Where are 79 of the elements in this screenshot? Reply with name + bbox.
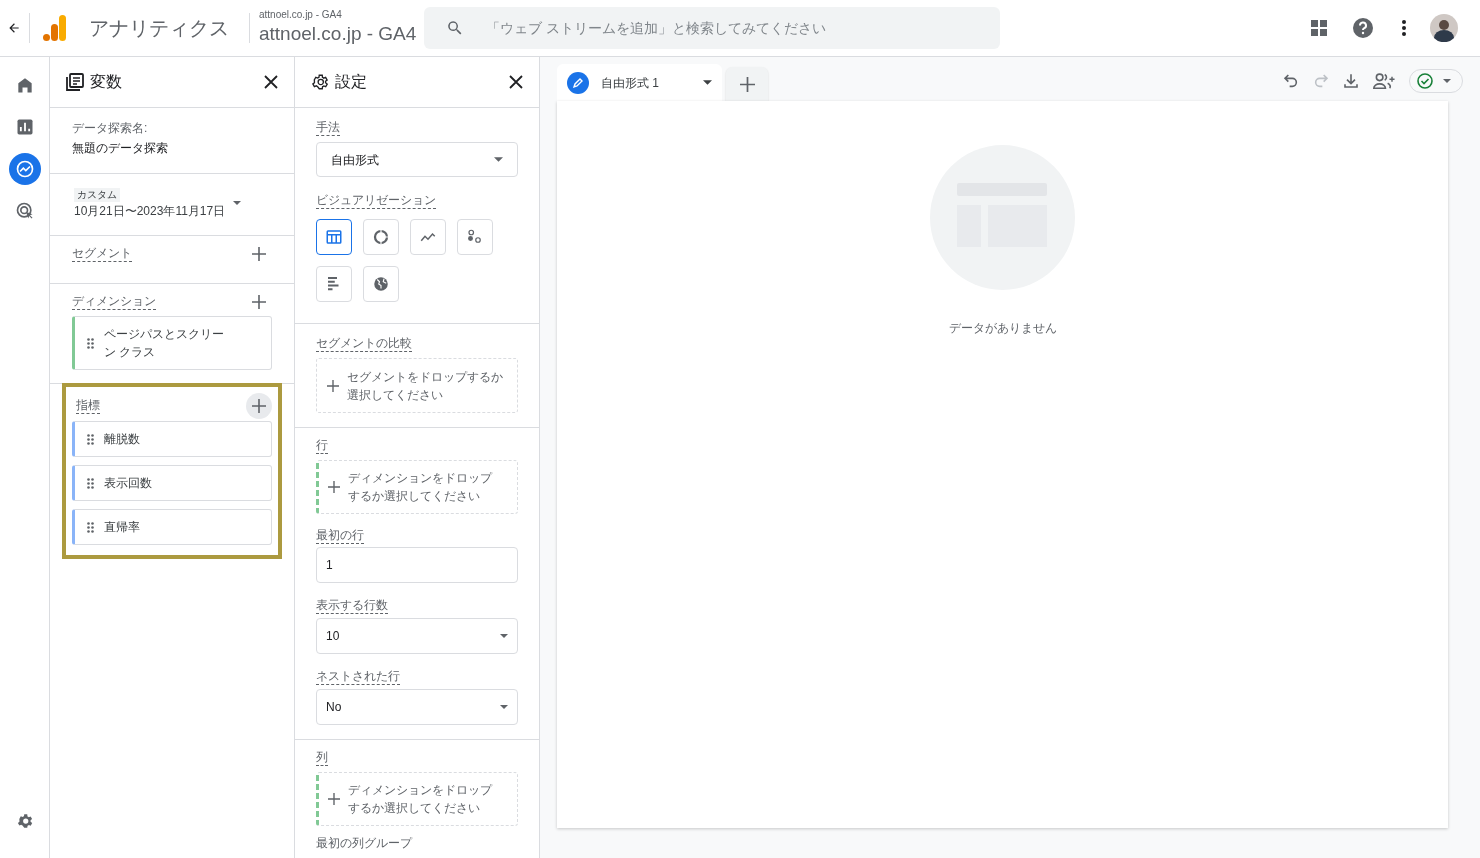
add-tab-button[interactable]: [726, 67, 768, 101]
scatter-plot-icon: [466, 228, 484, 246]
date-range-picker[interactable]: カスタム 10月21日〜2023年11月17日: [74, 188, 242, 220]
download-icon[interactable]: [1343, 73, 1359, 89]
section-label: ビジュアリゼーション: [316, 193, 436, 209]
drag-handle-icon[interactable]: [87, 337, 94, 349]
section-label: 最初の行: [316, 528, 364, 544]
technique-dropdown[interactable]: 自由形式: [316, 142, 518, 177]
search-field[interactable]: 「ウェブ ストリームを追加」と検索してみてください: [424, 7, 1001, 49]
nested-rows-dropdown[interactable]: No: [316, 689, 518, 725]
drag-handle-icon[interactable]: [87, 521, 94, 533]
visualization-button[interactable]: [316, 219, 352, 255]
empty-state-message: データがありません: [948, 320, 1057, 337]
first-row-field[interactable]: 1: [316, 547, 518, 583]
drag-handle-icon[interactable]: [87, 433, 94, 445]
section-label: ネストされた行: [316, 669, 400, 685]
nav-button[interactable]: [8, 153, 41, 185]
donut-chart-icon: [372, 228, 390, 246]
section-label: ディメンション: [72, 294, 156, 310]
back-icon[interactable]: [7, 21, 21, 35]
rows-shown-dropdown[interactable]: 10: [316, 618, 518, 654]
date-range: 10月21日〜2023年11月17日: [74, 203, 226, 220]
section-label: 行: [316, 438, 328, 454]
row-drop-zone[interactable]: ディメンションをドロップするか選択してください: [316, 460, 518, 514]
metric-chip[interactable]: 直帰率: [72, 509, 272, 545]
property-name[interactable]: attnoel.co.jp - GA4: [259, 21, 417, 47]
caret-icon: [494, 157, 503, 162]
section-label: セグメント: [72, 246, 132, 262]
globe-icon: [372, 275, 390, 293]
undo-icon[interactable]: [1283, 73, 1299, 89]
exploration-name[interactable]: 無題のデータ探索: [72, 139, 168, 157]
metric-chip[interactable]: 離脱数: [72, 421, 272, 457]
section-label: 最初の列グループ: [316, 836, 412, 851]
logo-icon: [43, 15, 67, 41]
pencil-icon: [567, 71, 589, 94]
segment-drop-zone[interactable]: セグメントをドロップするか選択してください: [316, 358, 518, 413]
panel-title: 設定: [335, 72, 367, 92]
exploration-tab[interactable]: 自由形式 1: [557, 64, 722, 101]
section-label: 手法: [316, 120, 340, 136]
section-label: 指標: [76, 398, 100, 414]
account-name[interactable]: attnoel.co.jp - GA4: [259, 9, 417, 21]
avatar-icon[interactable]: [1430, 14, 1458, 42]
add-icon: [328, 793, 340, 805]
help-icon[interactable]: [1353, 18, 1373, 38]
add-icon: [739, 76, 755, 92]
caret-icon: [500, 634, 508, 638]
caret-icon: [703, 80, 712, 85]
target-cursor-icon: [14, 201, 35, 221]
section-label: 表示する行数: [316, 598, 388, 614]
add-icon: [328, 481, 340, 493]
panel-title: 変数: [90, 72, 122, 92]
settings-icon: [311, 73, 329, 91]
drag-handle-icon[interactable]: [87, 477, 94, 489]
close-icon[interactable]: [264, 75, 278, 89]
section-label: 列: [316, 750, 328, 766]
check-circle-icon: [1417, 73, 1433, 89]
settings-icon[interactable]: [15, 812, 34, 830]
field-label: データ探索名:: [72, 121, 148, 136]
caret-icon: [1443, 79, 1451, 83]
metric-chip[interactable]: 表示回数: [72, 465, 272, 501]
add-icon: [252, 399, 266, 413]
add-icon: [327, 379, 339, 392]
add-icon[interactable]: [252, 247, 266, 261]
date-preset-tag: カスタム: [74, 188, 120, 202]
trend-chart-icon: [14, 159, 35, 179]
more-icon[interactable]: [1402, 20, 1406, 36]
column-drop-zone[interactable]: ディメンションをドロップするか選択してください: [316, 772, 518, 826]
section-label: セグメントの比較: [316, 336, 412, 352]
share-user-icon[interactable]: [1373, 73, 1395, 89]
caret-icon: [233, 201, 242, 205]
list-icon: [66, 73, 84, 91]
apps-icon[interactable]: [1310, 19, 1328, 37]
app-name: アナリティクス: [89, 16, 229, 41]
table-icon: [325, 228, 343, 246]
add-metric-button[interactable]: [246, 393, 272, 419]
dimension-chip[interactable]: ページパスとスクリーン クラス: [72, 316, 272, 370]
close-icon[interactable]: [509, 75, 523, 89]
add-icon[interactable]: [252, 295, 266, 309]
caret-icon: [500, 705, 508, 709]
